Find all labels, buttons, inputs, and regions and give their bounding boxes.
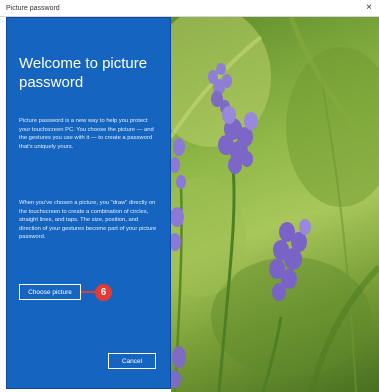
intro-panel: Welcome to picture password Picture pass… <box>6 17 171 389</box>
page-title: Welcome to picture password <box>19 55 148 91</box>
window-title: Picture password <box>6 4 60 12</box>
description-paragraph-2: When you've chosen a picture, you "draw"… <box>19 200 157 241</box>
title-bar: Picture password × <box>0 0 379 17</box>
step-callout-badge: 6 <box>95 284 112 301</box>
lavender-flowers-image <box>171 17 379 392</box>
picture-password-window: Picture password × Welcome to picture pa… <box>0 0 379 392</box>
cancel-button[interactable]: Cancel <box>108 353 156 369</box>
close-icon[interactable]: × <box>363 1 375 15</box>
callout-pointer <box>81 291 96 293</box>
content-area: Welcome to picture password Picture pass… <box>0 17 379 392</box>
choose-picture-button[interactable]: Choose picture <box>19 284 81 300</box>
description-paragraph-1: Picture password is a new way to help yo… <box>19 118 154 150</box>
